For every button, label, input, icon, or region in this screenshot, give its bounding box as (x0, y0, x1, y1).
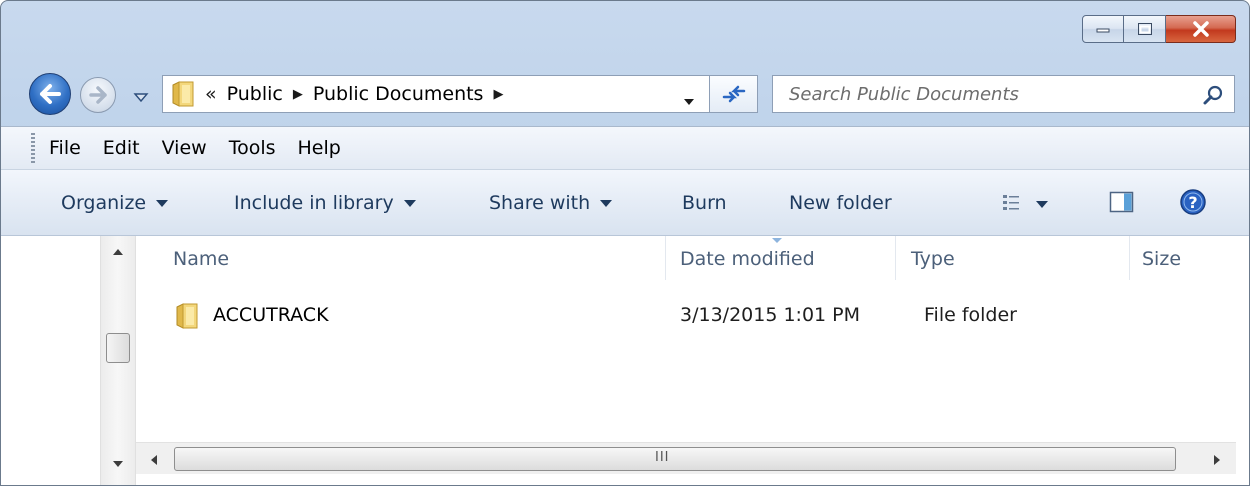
back-arrow-icon (40, 84, 61, 104)
chevron-down-icon (133, 93, 149, 103)
include-in-library-label: Include in library (234, 192, 394, 214)
menu-view[interactable]: View (162, 137, 207, 159)
help-button[interactable]: ? (1179, 188, 1207, 220)
scroll-right-icon[interactable] (1213, 454, 1221, 466)
breadcrumb-separator[interactable]: ▶ (293, 87, 303, 102)
chevron-down-icon (156, 200, 169, 207)
column-name[interactable]: Name (173, 248, 229, 270)
menu-bar: File Edit View Tools Help (1, 126, 1249, 170)
organize-button[interactable]: Organize (61, 192, 169, 214)
caption-buttons (1082, 15, 1236, 43)
scroll-up-icon[interactable] (112, 248, 124, 256)
help-icon: ? (1180, 189, 1206, 215)
scrollbar-thumb[interactable] (106, 333, 130, 363)
scrollbar-grip: III (655, 450, 670, 465)
search-icon[interactable] (1202, 84, 1224, 106)
overflow-chevron[interactable]: « (205, 83, 217, 105)
navigation-pane-scrollbar[interactable] (100, 236, 136, 485)
folder-icon (172, 81, 194, 107)
minimize-icon (1096, 28, 1110, 33)
file-date-modified: 3/13/2015 1:01 PM (680, 304, 861, 326)
close-icon (1192, 21, 1209, 37)
refresh-icon (722, 85, 745, 103)
include-in-library-button[interactable]: Include in library (234, 192, 416, 214)
minimize-button[interactable] (1082, 15, 1124, 43)
preview-pane-button[interactable] (1109, 190, 1135, 218)
breadcrumb-public[interactable]: Public (227, 83, 283, 105)
breadcrumb-separator[interactable]: ▶ (493, 87, 503, 102)
column-date-modified[interactable]: Date modified (680, 248, 815, 270)
menu-edit[interactable]: Edit (103, 137, 140, 159)
svg-text:?: ? (1188, 193, 1197, 212)
view-details-icon (1003, 195, 1048, 210)
share-with-label: Share with (489, 192, 591, 214)
recent-pages-button[interactable] (133, 89, 149, 108)
refresh-button[interactable] (710, 75, 758, 113)
menu-help[interactable]: Help (298, 137, 341, 159)
column-divider[interactable] (1129, 236, 1130, 280)
share-with-button[interactable]: Share with (489, 192, 613, 214)
change-view-button[interactable] (1001, 192, 1061, 218)
forward-button[interactable] (80, 77, 116, 113)
sort-indicator-icon (772, 238, 782, 243)
back-button[interactable] (29, 73, 71, 115)
column-size[interactable]: Size (1142, 248, 1181, 270)
column-divider[interactable] (895, 236, 896, 280)
address-bar[interactable]: « Public ▶ Public Documents ▶ (162, 75, 710, 113)
search-input[interactable]: Search Public Documents (772, 75, 1235, 113)
menu-tools[interactable]: Tools (229, 137, 276, 159)
scroll-left-icon[interactable] (150, 454, 158, 466)
chevron-down-icon (403, 200, 416, 207)
menu-grip[interactable] (31, 133, 35, 163)
chevron-down-icon (684, 99, 694, 105)
forward-arrow-icon (89, 86, 107, 104)
column-type[interactable]: Type (911, 248, 955, 270)
chevron-down-icon (600, 200, 613, 207)
search-placeholder: Search Public Documents (789, 83, 1019, 105)
menu-file[interactable]: File (49, 137, 81, 159)
file-list-pane: Name Date modified Type Size ACCUTRACK 3… (1, 236, 1249, 485)
command-bar: Organize Include in library Share with B… (1, 170, 1249, 236)
new-folder-button[interactable]: New folder (789, 192, 892, 214)
preview-pane-icon (1109, 191, 1134, 213)
organize-label: Organize (61, 192, 147, 214)
file-type: File folder (924, 304, 1017, 326)
maximize-icon (1137, 23, 1152, 35)
horizontal-scrollbar[interactable]: III (136, 442, 1236, 474)
scroll-down-icon[interactable] (112, 460, 124, 468)
column-divider[interactable] (665, 236, 666, 280)
burn-button[interactable]: Burn (682, 192, 727, 214)
file-row-accutrack[interactable]: ACCUTRACK 3/13/2015 1:01 PM File folder (136, 298, 1236, 332)
address-dropdown-button[interactable] (683, 91, 695, 110)
explorer-window: « Public ▶ Public Documents ▶ Search Pub… (0, 0, 1250, 486)
horizontal-scrollbar-thumb[interactable]: III (174, 447, 1176, 471)
maximize-button[interactable] (1124, 15, 1166, 43)
file-name[interactable]: ACCUTRACK (213, 304, 329, 326)
breadcrumb-public-documents[interactable]: Public Documents (313, 83, 484, 105)
folder-icon (176, 303, 198, 329)
close-button[interactable] (1166, 15, 1236, 43)
